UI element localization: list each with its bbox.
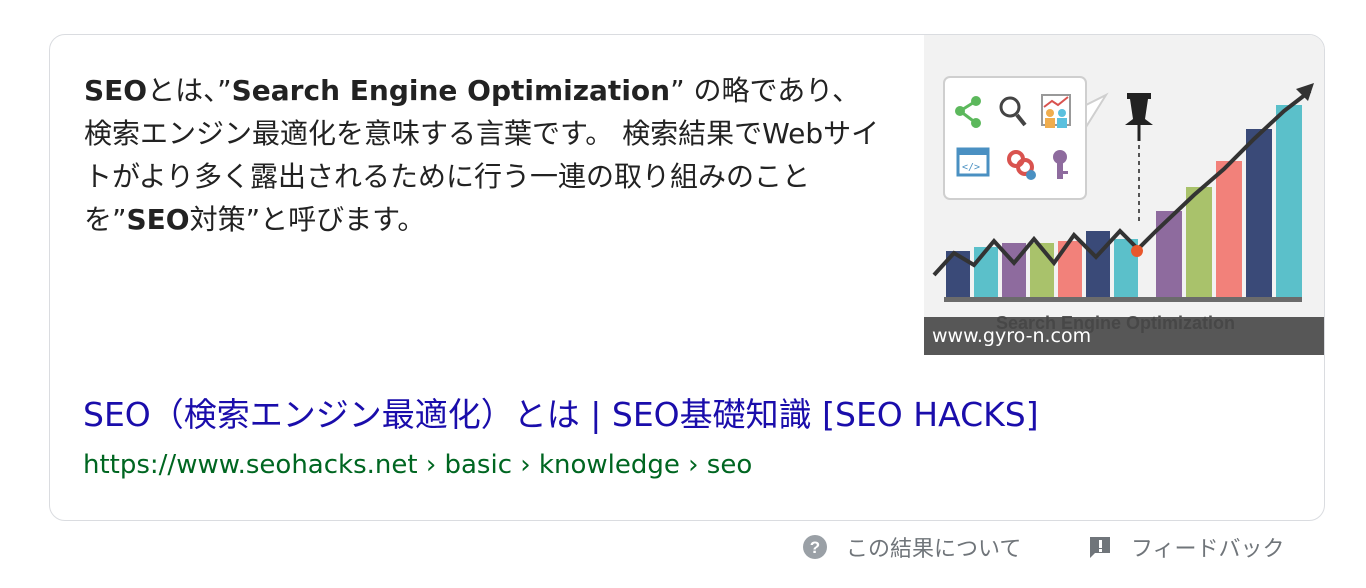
svg-text:?: ? [810, 538, 820, 557]
people-chart-icon [1041, 94, 1071, 128]
thumbnail-caption: www.gyro-n.com [924, 317, 1324, 355]
seo-illustration: </> [932, 76, 1314, 333]
code-icon: </> [956, 147, 990, 177]
help-icon: ? [803, 535, 827, 559]
snippet-text-part: とは、” [147, 74, 232, 107]
pushpin-icon [1125, 93, 1153, 221]
feedback-icon [1090, 537, 1110, 558]
result-title-link[interactable]: SEO（検索エンジン最適化）とは | SEO基礎知識 [SEO HACKS] [83, 393, 1039, 437]
snippet-bold-term: Search Engine Optimization [231, 74, 671, 107]
snippet-text: SEOとは、”Search Engine Optimization” の略であり… [84, 69, 884, 241]
snippet-thumbnail[interactable]: </> www.gyro-n.com [924, 35, 1324, 355]
snippet-bold-seo: SEO [84, 74, 148, 107]
about-this-result-label: この結果について [846, 537, 1022, 562]
featured-snippet-card: SEOとは、”Search Engine Optimization” の略であり… [49, 34, 1325, 521]
snippet-bold-seo-2: SEO [126, 203, 190, 236]
about-this-result-link[interactable]: ? この結果について [802, 530, 1021, 564]
target-point [1131, 245, 1143, 257]
result-url: https://www.seohacks.net › basic › knowl… [83, 450, 753, 480]
feedback-link[interactable]: フィードバック [1087, 530, 1285, 564]
feedback-label: フィードバック [1131, 537, 1285, 562]
snippet-text-part: 対策”と呼びます。 [189, 203, 426, 236]
svg-text:</>: </> [962, 162, 980, 173]
